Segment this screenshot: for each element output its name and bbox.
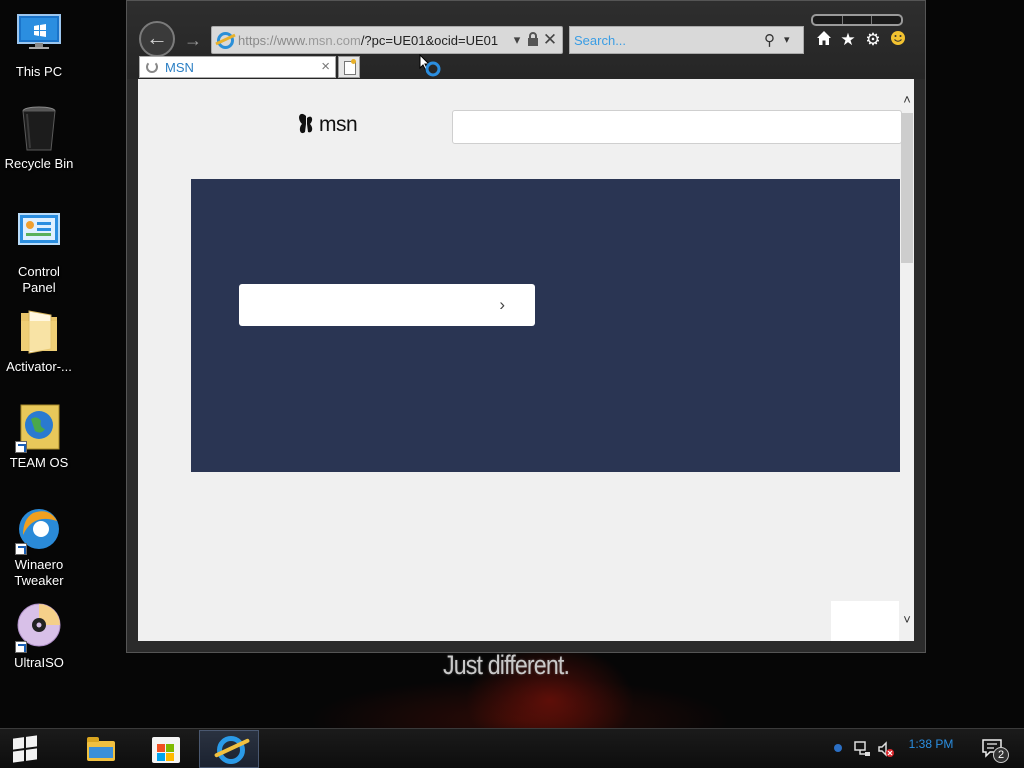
recycle-bin-icon: [15, 104, 63, 152]
loading-spinner-icon: [146, 61, 158, 73]
desktop-icon-control-panel[interactable]: Control Panel: [0, 212, 78, 296]
taskbar-app-internet-explorer[interactable]: [199, 730, 259, 768]
desktop-icon-label: Winaero Tweaker: [14, 557, 64, 588]
action-center-button[interactable]: 2: [982, 739, 1009, 763]
new-tab-button[interactable]: [338, 56, 360, 78]
url-domain: msn.com: [308, 33, 361, 48]
page-widget-placeholder: [831, 601, 899, 641]
page-scrollbar[interactable]: ˄ ˅: [900, 91, 914, 641]
close-tab-icon[interactable]: ×: [321, 58, 330, 75]
desktop-icon-label: TEAM OS: [9, 455, 69, 470]
windows-logo-icon: [13, 735, 37, 763]
scroll-up-icon[interactable]: ˄: [900, 91, 914, 109]
desktop-icon-label: Control Panel: [18, 264, 60, 295]
msn-logo[interactable]: msn: [296, 112, 358, 138]
home-icon[interactable]: [814, 30, 834, 50]
notification-count-badge: 2: [993, 747, 1009, 763]
star-icon[interactable]: ★: [838, 30, 858, 50]
tab-title: MSN: [165, 60, 194, 75]
monitor-icon: [15, 12, 63, 60]
url-prefix: https://www.: [238, 33, 309, 48]
forward-arrow-icon[interactable]: →: [181, 29, 205, 53]
clock-time[interactable]: 1:38 PM: [901, 737, 961, 751]
url-query: /?pc=UE01&ocid=UE01: [360, 33, 499, 48]
browser-window: ← → https://www.msn.com/?pc=UE01&ocid=UE…: [126, 0, 926, 653]
gear-icon[interactable]: ⚙: [863, 30, 883, 50]
window-controls: [811, 14, 903, 26]
desktop-icon-activator-folder[interactable]: Activator-...: [0, 307, 78, 375]
taskbar-app-store[interactable]: [133, 730, 193, 768]
network-icon[interactable]: [853, 740, 871, 758]
taskbar-app-file-explorer[interactable]: [70, 730, 130, 768]
folder-icon: [87, 737, 115, 761]
desktop-icon-team-os[interactable]: TEAM OS: [0, 403, 78, 471]
site-ie-icon: [217, 32, 234, 49]
desktop-icon-this-pc[interactable]: This PC: [0, 12, 78, 80]
hero-banner: ›: [191, 179, 900, 472]
smiley-icon[interactable]: [888, 30, 908, 50]
butterfly-icon: [299, 113, 313, 134]
winaero-tweaker-icon: [15, 505, 63, 555]
dropdown-icon[interactable]: ▾: [509, 32, 525, 48]
desktop-icon-label: UltraISO: [14, 655, 64, 670]
internet-explorer-icon: [217, 736, 245, 764]
store-icon: [152, 737, 180, 763]
stop-loading-icon[interactable]: ✕: [542, 31, 558, 48]
back-arrow-icon[interactable]: ←: [139, 21, 175, 57]
busy-cursor-icon: [419, 53, 441, 78]
address-bar[interactable]: https://www.msn.com/?pc=UE01&ocid=UE01 ▾…: [211, 26, 563, 54]
desktop-icon-ultraiso[interactable]: UltraISO: [0, 603, 78, 671]
msn-search-input[interactable]: [452, 110, 902, 144]
start-button[interactable]: [0, 729, 52, 768]
chevron-right-icon: ›: [499, 295, 505, 314]
control-panel-icon: [15, 212, 63, 260]
close-window-button[interactable]: [872, 16, 901, 24]
browser-search-box[interactable]: ⚲ ▾: [569, 26, 804, 54]
minimize-button[interactable]: [813, 16, 843, 24]
lock-icon[interactable]: [525, 32, 541, 48]
shortcut-arrow-icon: [15, 543, 27, 555]
tray-dot-icon[interactable]: [834, 744, 842, 752]
shortcut-arrow-icon: [15, 641, 27, 653]
desktop-icon-recycle-bin[interactable]: Recycle Bin: [0, 104, 78, 172]
msn-wordmark: msn: [319, 113, 358, 136]
scroll-down-icon[interactable]: ˅: [900, 611, 914, 629]
globe-book-icon: [15, 403, 63, 453]
hero-action-button[interactable]: ›: [239, 284, 535, 326]
desktop-icon-label: Recycle Bin: [4, 156, 74, 171]
address-url[interactable]: https://www.msn.com/?pc=UE01&ocid=UE01: [238, 33, 500, 49]
taskbar: 1:38 PM 2: [0, 728, 1024, 768]
browser-titlebar: ← → https://www.msn.com/?pc=UE01&ocid=UE…: [127, 1, 925, 79]
search-dropdown-icon[interactable]: ▾: [784, 33, 790, 46]
desktop-icon-label: Activator-...: [6, 359, 72, 374]
desktop-icon-winaero-tweaker[interactable]: Winaero Tweaker: [0, 505, 78, 589]
scroll-thumb[interactable]: [901, 113, 913, 263]
search-icon[interactable]: ⚲: [764, 31, 775, 49]
browser-search-input[interactable]: [574, 31, 754, 49]
shortcut-arrow-icon: [15, 441, 27, 453]
volume-muted-icon[interactable]: [877, 740, 895, 758]
page-viewport: msn › ˄ ˅: [138, 79, 914, 641]
maximize-button[interactable]: [843, 16, 873, 24]
tab-msn[interactable]: MSN ×: [139, 56, 336, 78]
desktop-icon-label: This PC: [15, 64, 63, 79]
disc-icon: [15, 603, 63, 653]
wallpaper-slogan: Just different.: [443, 650, 570, 680]
folder-icon: [15, 307, 63, 355]
